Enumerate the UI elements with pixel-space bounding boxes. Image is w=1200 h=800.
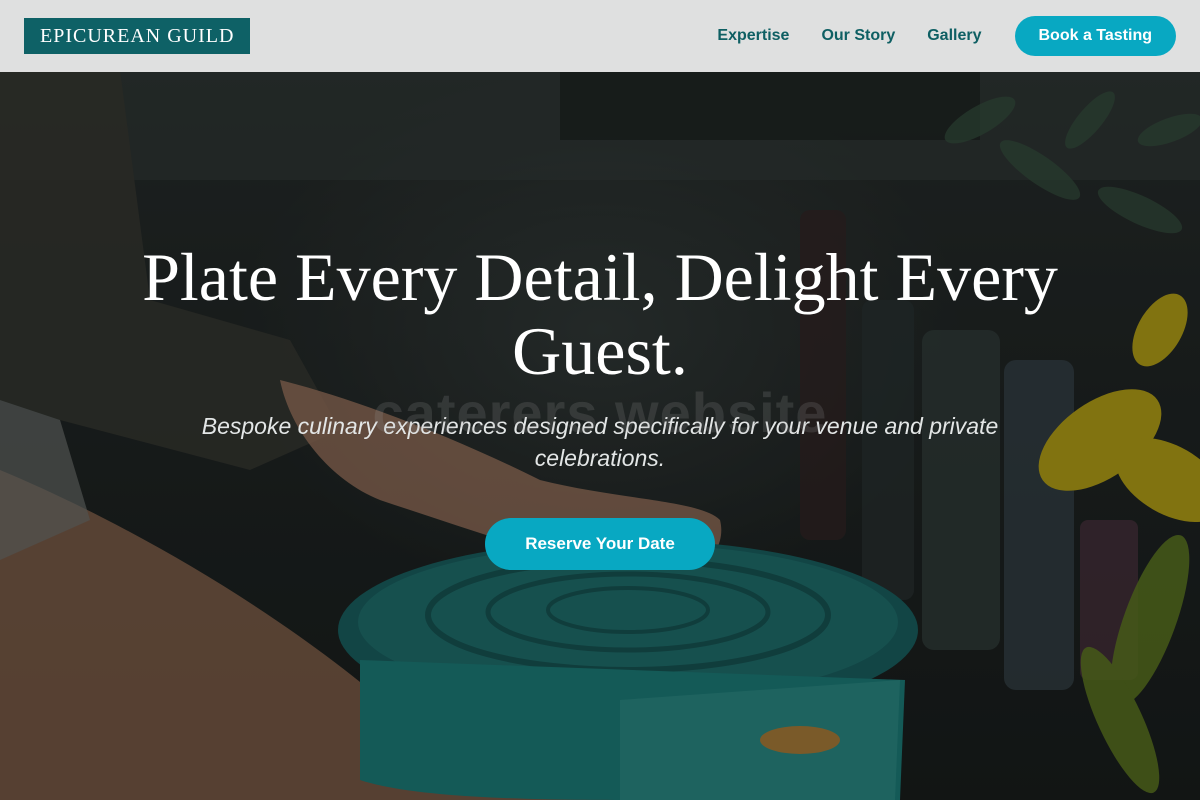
reserve-date-button[interactable]: Reserve Your Date (485, 518, 715, 570)
nav-link-gallery[interactable]: Gallery (927, 27, 981, 45)
nav-link-expertise[interactable]: Expertise (717, 27, 789, 45)
nav-link-our-story[interactable]: Our Story (821, 27, 895, 45)
hero-section: caterers website Plate Every Detail, Del… (0, 240, 1200, 570)
main-nav: Expertise Our Story Gallery Book a Tasti… (717, 16, 1176, 56)
hero-headline: Plate Every Detail, Delight Every Guest. (142, 239, 1058, 389)
hero-subtitle: Bespoke culinary experiences designed sp… (201, 413, 999, 471)
book-tasting-button[interactable]: Book a Tasting (1014, 16, 1176, 56)
site-header: EPICUREAN GUILD Expertise Our Story Gall… (0, 0, 1200, 72)
brand-logo[interactable]: EPICUREAN GUILD (24, 18, 251, 54)
